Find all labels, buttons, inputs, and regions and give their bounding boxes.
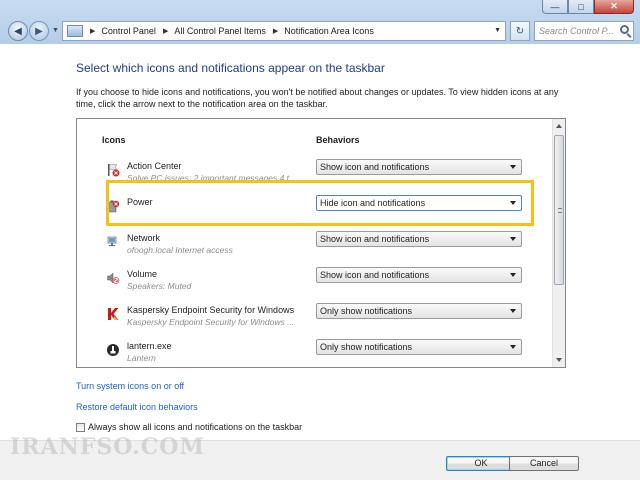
- behavior-selected-value: Only show notifications: [320, 342, 413, 352]
- watermark: IRANFSO.COM: [10, 434, 205, 460]
- scrollbar-thumb[interactable]: [554, 135, 564, 285]
- behavior-select[interactable]: Show icon and notifications: [316, 267, 522, 283]
- always-show-checkbox[interactable]: [76, 422, 85, 432]
- breadcrumb-separator-icon[interactable]: ▶: [90, 27, 95, 35]
- behaviors-column-header: Behaviors: [316, 135, 360, 145]
- intro-text: If you choose to hide icons and notifica…: [76, 87, 559, 109]
- behavior-select[interactable]: Show icon and notifications: [316, 231, 522, 247]
- search-input[interactable]: Search Control P...: [534, 21, 634, 41]
- app-name: Volume: [127, 269, 158, 279]
- always-show-option[interactable]: Always show all icons and notifications …: [76, 422, 302, 432]
- address-dropdown-icon[interactable]: ▼: [494, 27, 501, 34]
- back-button[interactable]: ◀: [8, 21, 28, 41]
- highlight-box: [106, 180, 534, 226]
- breadcrumb-control-panel[interactable]: Control Panel: [101, 26, 156, 36]
- restore-defaults-link[interactable]: Restore default icon behaviors: [76, 402, 198, 412]
- vertical-scrollbar[interactable]: [552, 119, 565, 367]
- caption-buttons: — □ ✕: [542, 0, 634, 14]
- lantern-icon: [107, 344, 119, 356]
- page-title: Select which icons and notifications app…: [76, 61, 385, 75]
- action-center-flag-icon: [108, 164, 120, 177]
- content-area: Select which icons and notifications app…: [0, 44, 640, 480]
- chevron-down-icon: [510, 345, 516, 349]
- control-panel-icon: [67, 25, 83, 37]
- always-show-label[interactable]: Always show all icons and notifications …: [88, 422, 302, 432]
- behavior-selected-value: Show icon and notifications: [320, 270, 430, 280]
- address-bar[interactable]: ▶ Control Panel ▶ All Control Panel Item…: [62, 21, 506, 41]
- app-subtitle: Lantern: [127, 353, 156, 363]
- network-icon: [107, 236, 117, 247]
- app-name: Network: [127, 233, 161, 243]
- chevron-down-icon: [510, 165, 516, 169]
- scroll-up-icon[interactable]: [556, 124, 562, 128]
- forward-arrow-icon: ▶: [35, 25, 43, 37]
- cancel-button[interactable]: Cancel: [509, 456, 579, 471]
- forward-button[interactable]: ▶: [29, 21, 49, 41]
- breadcrumb-all-items[interactable]: All Control Panel Items: [174, 26, 266, 36]
- behavior-selected-value: Show icon and notifications: [320, 234, 430, 244]
- chevron-down-icon: [510, 273, 516, 277]
- back-arrow-icon: ◀: [14, 25, 22, 37]
- app-name: lantern.exe: [127, 341, 172, 351]
- refresh-button[interactable]: ↻: [510, 21, 530, 41]
- behavior-selected-value: Only show notifications: [320, 306, 413, 316]
- behavior-select[interactable]: Only show notifications: [316, 339, 522, 355]
- maximize-button[interactable]: □: [568, 0, 594, 14]
- app-subtitle: ofoogh.local Internet access: [127, 245, 233, 255]
- minimize-button[interactable]: —: [542, 0, 568, 14]
- list-item: lantern.exe Lantern Only show notificati…: [77, 339, 553, 367]
- icons-list-panel: Icons Behaviors Action Center Solve PC i…: [76, 118, 566, 368]
- refresh-icon: ↻: [515, 25, 525, 37]
- app-subtitle: Kaspersky Endpoint Security for Windows …: [127, 317, 295, 327]
- icons-column-header: Icons: [102, 135, 126, 145]
- app-subtitle: Speakers: Muted: [127, 281, 192, 291]
- breadcrumb-separator-icon[interactable]: ▶: [273, 27, 278, 35]
- behavior-selected-value: Show icon and notifications: [320, 162, 430, 172]
- turn-system-icons-link[interactable]: Turn system icons on or off: [76, 381, 184, 391]
- app-name: Action Center: [127, 161, 182, 171]
- search-icon[interactable]: [620, 25, 629, 34]
- app-name: Kaspersky Endpoint Security for Windows: [127, 305, 295, 315]
- window-titlebar: — □ ✕ ◀ ▶ ▼ ▶ Control Panel ▶ All Contro…: [0, 0, 640, 44]
- list-item: Volume Speakers: Muted Show icon and not…: [77, 267, 553, 303]
- chevron-down-icon: [510, 237, 516, 241]
- kaspersky-icon: [108, 308, 119, 320]
- behavior-select[interactable]: Show icon and notifications: [316, 159, 522, 175]
- behavior-select[interactable]: Only show notifications: [316, 303, 522, 319]
- recent-pages-dropdown-icon[interactable]: ▼: [52, 27, 59, 34]
- breadcrumb: ▶ Control Panel ▶ All Control Panel Item…: [83, 26, 374, 36]
- breadcrumb-notification-area-icons[interactable]: Notification Area Icons: [284, 26, 374, 36]
- ok-button[interactable]: OK: [446, 456, 516, 471]
- grip-icon: [558, 208, 562, 213]
- scroll-down-icon[interactable]: [556, 358, 562, 362]
- list-item: Kaspersky Endpoint Security for Windows …: [77, 303, 553, 339]
- chevron-down-icon: [510, 309, 516, 313]
- breadcrumb-separator-icon[interactable]: ▶: [163, 27, 168, 35]
- search-placeholder: Search Control P...: [539, 26, 614, 36]
- volume-muted-icon: [107, 272, 120, 284]
- close-button[interactable]: ✕: [594, 0, 634, 14]
- list-item: Network ofoogh.local Internet access Sho…: [77, 231, 553, 267]
